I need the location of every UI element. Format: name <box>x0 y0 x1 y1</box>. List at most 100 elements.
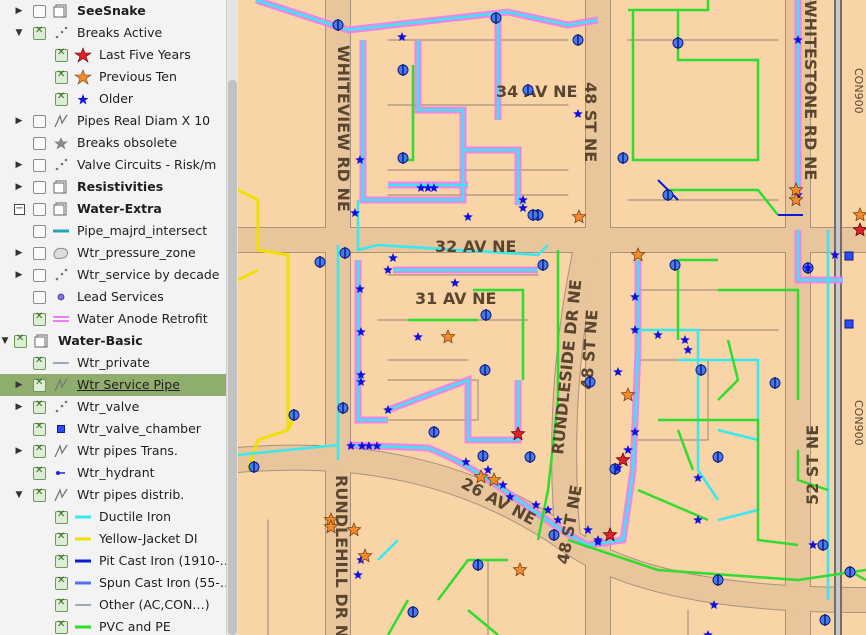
expand-down-icon[interactable]: ▼ <box>14 22 24 44</box>
expand-right-icon[interactable]: ▶ <box>14 396 24 418</box>
layer-row-16[interactable]: Wtr_private <box>0 352 226 374</box>
layer-row-2[interactable]: Last Five Years <box>0 44 226 66</box>
layer-row-27[interactable]: Other (AC,CON…) <box>0 594 226 616</box>
line-blue-icon <box>74 575 92 591</box>
layer-checkbox[interactable] <box>55 509 68 524</box>
layer-checkbox[interactable] <box>33 159 46 172</box>
layer-row-24[interactable]: Yellow-Jacket DI <box>0 528 226 550</box>
layer-label: Wtr_service by decade <box>77 267 220 282</box>
valve-icon <box>672 37 684 49</box>
layer-row-18[interactable]: ▶ Wtr_valve <box>0 396 226 418</box>
group-icon <box>33 333 51 349</box>
expand-right-icon[interactable]: ▶ <box>14 242 24 264</box>
layer-row-26[interactable]: Spun Cast Iron (55-… <box>0 572 232 594</box>
layer-checkbox[interactable] <box>33 443 46 458</box>
layer-checkbox[interactable] <box>55 597 68 612</box>
valve-icon <box>527 209 539 221</box>
street-32av: 32 AV NE <box>435 237 516 256</box>
line-icon <box>52 113 70 129</box>
expand-right-icon[interactable]: ▶ <box>14 264 24 286</box>
valve-icon <box>397 152 409 164</box>
map-canvas[interactable]: 34 AV NE 48 ST NE 32 AV NE 31 AV NE WHIT… <box>238 0 866 635</box>
layer-row-11[interactable]: ▶ Wtr_pressure_zone <box>0 242 226 264</box>
layer-checkbox[interactable] <box>55 47 68 62</box>
layer-checkbox[interactable] <box>33 355 46 370</box>
layer-checkbox[interactable] <box>33 247 46 260</box>
expand-right-icon[interactable]: ▶ <box>14 374 24 396</box>
layer-row-15[interactable]: ▼ Water-Basic <box>0 330 226 352</box>
layer-checkbox[interactable] <box>33 377 46 392</box>
star-gray-icon <box>52 135 70 151</box>
expand-right-icon[interactable]: ▶ <box>14 0 24 22</box>
layer-checkbox[interactable] <box>33 487 46 502</box>
layer-row-3[interactable]: Previous Ten <box>0 66 226 88</box>
expand-right-icon[interactable]: ▶ <box>14 110 24 132</box>
collapse-icon[interactable]: − <box>14 198 25 220</box>
layer-checkbox[interactable] <box>55 619 68 634</box>
layer-row-25[interactable]: Pit Cast Iron (1910-… <box>0 550 232 572</box>
line-yellow-icon <box>74 531 92 547</box>
layer-row-20[interactable]: ▶ Wtr pipes Trans. <box>0 440 226 462</box>
layer-checkbox[interactable] <box>14 333 27 348</box>
layer-row-13[interactable]: Lead Services <box>0 286 226 308</box>
layer-label: Wtr_pressure_zone <box>77 245 196 260</box>
layer-checkbox[interactable] <box>33 421 46 436</box>
layer-row-19[interactable]: Wtr_valve_chamber <box>0 418 226 440</box>
valve-icon <box>537 259 549 271</box>
layer-checkbox[interactable] <box>55 91 68 106</box>
layer-checkbox[interactable] <box>33 291 46 304</box>
expand-right-icon[interactable]: ▶ <box>14 176 24 198</box>
layer-row-4[interactable]: Older <box>0 88 226 110</box>
layer-checkbox[interactable] <box>55 553 68 568</box>
layers-scrollbar[interactable] <box>226 0 238 635</box>
layer-row-0[interactable]: ▶ SeeSnake <box>0 0 226 22</box>
layer-checkbox[interactable] <box>33 181 46 194</box>
layer-checkbox[interactable] <box>33 25 46 40</box>
layer-checkbox[interactable] <box>33 225 46 238</box>
layer-row-9[interactable]: − Water-Extra <box>0 198 226 220</box>
scrollbar-thumb[interactable] <box>228 80 237 635</box>
expand-right-icon[interactable]: ▶ <box>14 440 24 462</box>
layer-row-22[interactable]: ▼ Wtr pipes distrib. <box>0 484 226 506</box>
layer-row-1[interactable]: ▼ Breaks Active <box>0 22 226 44</box>
layer-row-21[interactable]: Wtr_hydrant <box>0 462 226 484</box>
valve-icon <box>314 256 326 268</box>
layer-row-8[interactable]: ▶ Resistivities <box>0 176 226 198</box>
layer-row-5[interactable]: ▶ Pipes Real Diam X 10 <box>0 110 226 132</box>
layer-checkbox[interactable] <box>33 203 46 216</box>
layer-row-6[interactable]: Breaks obsolete <box>0 132 226 154</box>
layer-row-17[interactable]: ▶ Wtr Service Pipe <box>0 374 226 396</box>
layer-checkbox[interactable] <box>55 575 68 590</box>
layer-checkbox[interactable] <box>33 399 46 414</box>
layer-label: Water-Basic <box>58 333 143 348</box>
layer-checkbox[interactable] <box>33 465 46 480</box>
layer-row-12[interactable]: ▶ Wtr_service by decade <box>0 264 226 286</box>
layer-checkbox[interactable] <box>55 531 68 546</box>
layer-checkbox[interactable] <box>33 115 46 128</box>
layer-row-23[interactable]: Ductile Iron <box>0 506 226 528</box>
expand-right-icon[interactable]: ▶ <box>14 154 24 176</box>
layer-checkbox[interactable] <box>33 311 46 326</box>
layer-checkbox[interactable] <box>33 137 46 150</box>
valve-icon <box>548 529 560 541</box>
layer-checkbox[interactable] <box>33 269 46 282</box>
polygon-icon <box>52 245 70 261</box>
layer-label: Wtr_hydrant <box>77 465 155 480</box>
layer-label: Water-Extra <box>77 201 162 216</box>
layer-checkbox[interactable] <box>55 69 68 84</box>
valve-icon <box>572 34 584 46</box>
valve-icon <box>339 247 351 259</box>
layer-row-10[interactable]: Pipe_majrd_intersect <box>0 220 226 242</box>
square-blue-icon <box>52 421 70 437</box>
line-icon <box>52 443 70 459</box>
layer-row-7[interactable]: ▶ Valve Circuits - Risk/m <box>0 154 226 176</box>
layer-label: Spun Cast Iron (55-… <box>99 575 233 590</box>
valve-icon <box>522 84 534 96</box>
dot-purple-icon <box>52 289 70 305</box>
expand-down-icon[interactable]: ▼ <box>0 330 10 352</box>
layer-checkbox[interactable] <box>33 5 46 18</box>
valve-icon <box>472 559 484 571</box>
expand-down-icon[interactable]: ▼ <box>14 484 24 506</box>
layer-row-28[interactable]: PVC and PE <box>0 616 226 635</box>
layer-row-14[interactable]: Water Anode Retrofit <box>0 308 226 330</box>
